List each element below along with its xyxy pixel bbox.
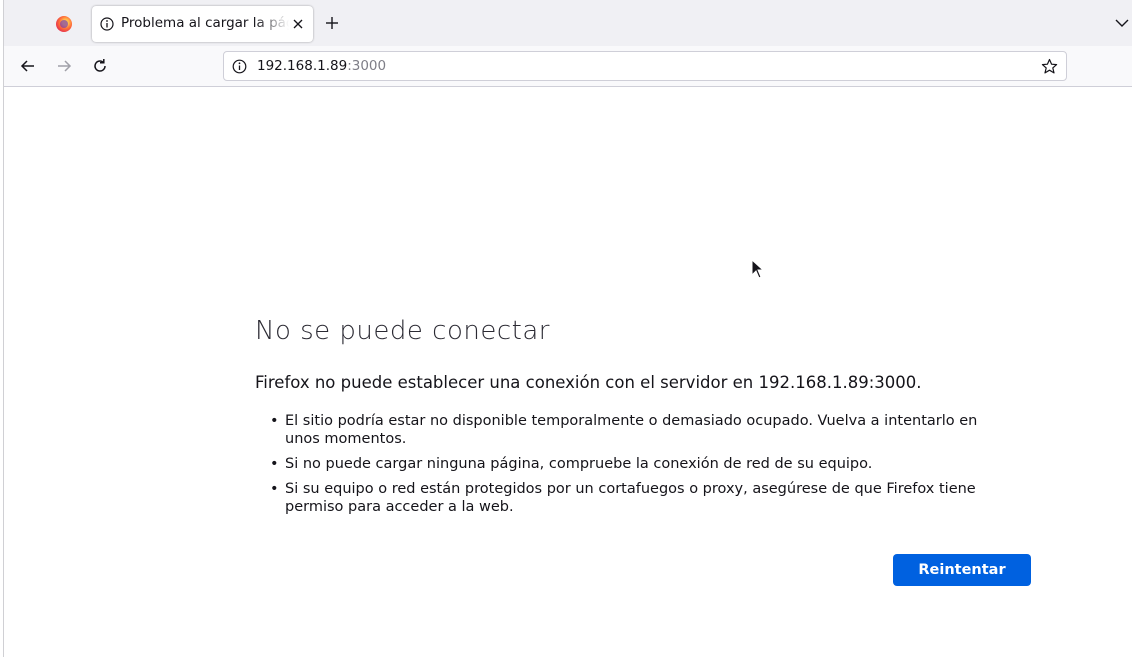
- error-title: No se puede conectar: [255, 316, 550, 346]
- navigation-toolbar: 192.168.1.89:3000: [4, 46, 1132, 87]
- new-tab-plus-icon[interactable]: [324, 15, 340, 31]
- error-page: No se puede conectar Firefox no puede es…: [4, 87, 1132, 657]
- error-suggestions-list: El sitio podría estar no disponible temp…: [255, 412, 1015, 523]
- close-icon[interactable]: [291, 17, 305, 31]
- error-description: Firefox no puede establecer una conexión…: [255, 373, 922, 392]
- tab-active[interactable]: Problema al cargar la página: [92, 6, 313, 42]
- address-bar[interactable]: 192.168.1.89:3000: [223, 51, 1067, 81]
- chevron-down-icon[interactable]: [1115, 17, 1129, 29]
- tab-strip: Problema al cargar la página: [4, 0, 1132, 46]
- arrow-right-icon[interactable]: [55, 57, 73, 75]
- list-item: Si su equipo o red están protegidos por …: [255, 480, 1015, 516]
- info-icon: [100, 17, 114, 31]
- browser-window: Problema al cargar la página: [3, 0, 1132, 657]
- star-icon[interactable]: [1041, 58, 1058, 75]
- arrow-left-icon[interactable]: [19, 57, 37, 75]
- site-info-icon[interactable]: [232, 59, 247, 74]
- retry-button[interactable]: Reintentar: [893, 554, 1031, 586]
- firefox-logo-icon[interactable]: [56, 16, 72, 32]
- url-host: 192.168.1.89: [257, 58, 348, 74]
- tab-title: Problema al cargar la página: [121, 15, 289, 31]
- reload-icon[interactable]: [91, 57, 109, 75]
- url-port: :3000: [347, 58, 387, 74]
- list-item: El sitio podría estar no disponible temp…: [255, 412, 1015, 448]
- url-text[interactable]: 192.168.1.89:3000: [257, 58, 386, 74]
- list-item: Si no puede cargar ninguna página, compr…: [255, 455, 1015, 473]
- mouse-cursor-icon: [751, 259, 765, 279]
